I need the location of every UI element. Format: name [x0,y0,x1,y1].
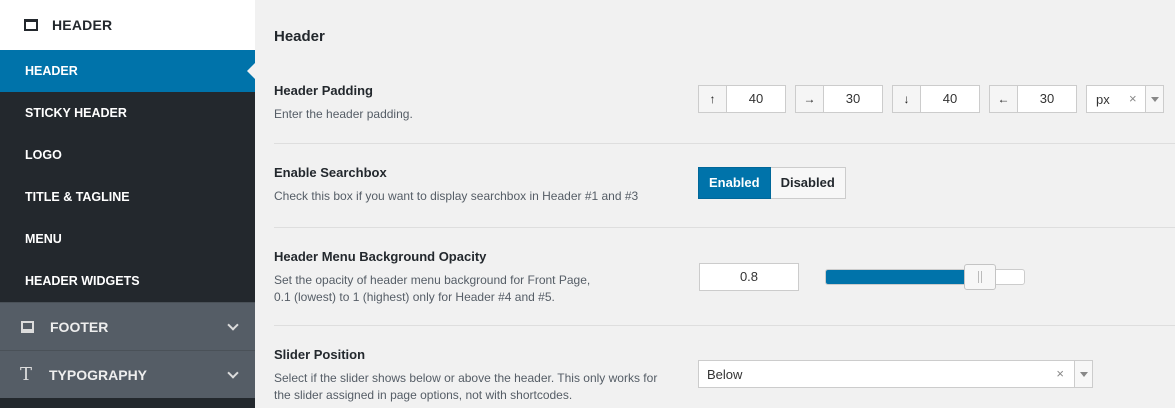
sidebar-group-typography[interactable]: T TYPOGRAPHY [0,350,255,398]
option-enable-searchbox: Enable Searchbox Check this box if you w… [274,144,1175,228]
sidebar-item-header-widgets[interactable]: HEADER WIDGETS [0,260,255,302]
padding-bottom-input[interactable]: 40 [920,85,980,113]
padding-right-input[interactable]: 30 [823,85,883,113]
slider-handle[interactable] [964,264,997,290]
clear-icon[interactable]: × [1129,91,1137,106]
option-description-line1: Select if the slider shows below or abov… [274,371,658,385]
sidebar-item-logo[interactable]: LOGO [0,134,255,176]
option-title: Slider Position [274,347,366,362]
sidebar-group-typography-label: TYPOGRAPHY [49,366,148,383]
option-header-padding: Header Padding Enter the header padding.… [274,62,1175,144]
section-header[interactable]: HEADER [0,0,255,50]
page-title: Header [274,28,325,45]
option-title: Header Menu Background Opacity [274,249,487,264]
padding-left-group: ← 30 [989,85,1077,113]
option-title: Enable Searchbox [274,165,387,180]
disabled-button[interactable]: Disabled [770,167,846,199]
option-menu-bg-opacity: Header Menu Background Opacity Set the o… [274,228,1175,326]
option-description-line2: the slider assigned in page options, not… [274,388,573,402]
arrow-right-icon: → [795,85,823,113]
options-panel: Header Header Padding Enter the header p… [255,0,1175,408]
select-value: Below [707,367,743,382]
opacity-input[interactable]: 0.8 [699,263,799,291]
padding-right-group: → 30 [795,85,883,113]
option-description-line2: 0.1 (lowest) to 1 (highest) only for Hea… [274,290,555,304]
option-description: Enter the header padding. [274,107,413,121]
padding-bottom-group: ↓ 40 [892,85,980,113]
option-description: Check this box if you want to display se… [274,189,639,203]
arrow-down-icon: ↓ [892,85,920,113]
slider-fill [826,270,981,284]
option-title: Header Padding [274,83,373,98]
footer-icon [21,320,34,333]
chevron-down-icon[interactable] [1074,361,1092,387]
sidebar-group-footer[interactable]: FOOTER [0,302,255,350]
chevron-down-icon [227,366,239,379]
typography-icon: T [20,363,33,385]
unit-value: px [1096,92,1110,107]
customizer-sidebar: HEADER HEADER STICKY HEADER LOGO TITLE &… [0,0,255,408]
window-icon [24,19,38,31]
searchbox-toggle: Enabled Disabled [698,167,846,199]
sidebar-item-menu[interactable]: MENU [0,218,255,260]
sidebar-group-footer-label: FOOTER [50,318,109,335]
padding-top-input[interactable]: 40 [726,85,786,113]
slider-position-select[interactable]: Below × [698,360,1093,388]
arrow-up-icon: ↑ [698,85,726,113]
clear-icon[interactable]: × [1056,366,1064,381]
option-slider-position: Slider Position Select if the slider sho… [274,326,1175,408]
arrow-left-icon: ← [989,85,1017,113]
sidebar-item-sticky-header[interactable]: STICKY HEADER [0,92,255,134]
sidebar-item-header[interactable]: HEADER [0,50,255,92]
sidebar-item-title-tagline[interactable]: TITLE & TAGLINE [0,176,255,218]
enabled-button[interactable]: Enabled [698,167,771,199]
padding-unit-select[interactable]: px × [1086,85,1164,113]
chevron-down-icon [227,318,239,331]
padding-left-input[interactable]: 30 [1017,85,1077,113]
opacity-slider[interactable] [825,264,1025,290]
option-description-line1: Set the opacity of header menu backgroun… [274,273,591,287]
section-header-label: HEADER [52,17,113,33]
padding-top-group: ↑ 40 [698,85,786,113]
chevron-down-icon[interactable] [1145,86,1163,112]
